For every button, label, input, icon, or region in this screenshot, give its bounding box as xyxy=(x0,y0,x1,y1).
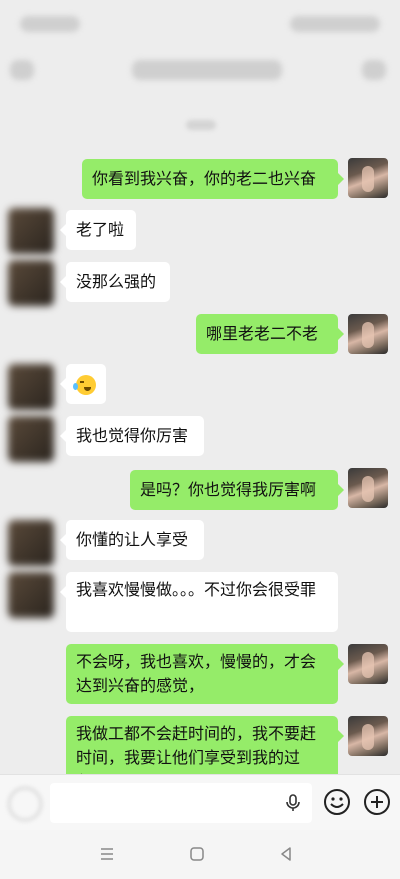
plus-circle-icon[interactable] xyxy=(362,787,392,817)
message-bubble-incoming[interactable]: 我喜欢慢慢做。。。不过你会很受罪 xyxy=(60,572,338,632)
message-bubble-incoming[interactable]: 你懂的让人享受 xyxy=(60,520,204,560)
more-options-icon[interactable] xyxy=(362,60,386,80)
status-bar xyxy=(0,0,400,48)
message-bubble-incoming[interactable]: 没那么强的 xyxy=(60,262,170,302)
message-bubble-outgoing[interactable]: 是吗？你也觉得我厉害啊 xyxy=(130,470,344,510)
avatar[interactable] xyxy=(8,572,54,618)
message-text: 我做工都不会赶时间的，我不要赶时间，我要让他们享受到我的过程， xyxy=(76,724,317,774)
mic-icon[interactable] xyxy=(284,794,302,812)
message-input-bar xyxy=(0,774,400,831)
message-text: 老了啦 xyxy=(76,220,125,239)
chat-header xyxy=(0,48,400,92)
emoji-icon[interactable] xyxy=(322,787,352,817)
avatar[interactable] xyxy=(8,416,54,462)
avatar[interactable] xyxy=(348,158,388,198)
chat-title-blurred xyxy=(132,60,282,80)
avatar[interactable] xyxy=(8,520,54,566)
message-bubble-incoming[interactable]: 老了啦 xyxy=(60,210,136,250)
chat-message-list[interactable]: 你看到我兴奋，你的老二也兴奋 老了啦 没那么强的 哪里老老二不老 我也觉得你厉害… xyxy=(0,92,400,774)
crying-laughing-emoji-icon xyxy=(73,374,96,395)
avatar[interactable] xyxy=(348,314,388,354)
message-bubble-outgoing[interactable]: 我做工都不会赶时间的，我不要赶时间，我要让他们享受到我的过程， xyxy=(66,716,344,774)
message-bubble-incoming[interactable] xyxy=(60,364,106,404)
status-indicators-blurred xyxy=(290,16,380,32)
message-text: 是吗？你也觉得我厉害啊 xyxy=(140,480,317,499)
menu-icon[interactable] xyxy=(99,846,115,862)
message-text: 我也觉得你厉害 xyxy=(76,426,189,445)
message-text: 哪里老老二不老 xyxy=(206,324,319,343)
voice-icon[interactable] xyxy=(8,787,42,821)
message-bubble-outgoing[interactable]: 不会呀，我也喜欢，慢慢的，才会达到兴奋的感觉， xyxy=(66,644,344,704)
message-text: 你看到我兴奋，你的老二也兴奋 xyxy=(92,169,317,188)
avatar[interactable] xyxy=(348,468,388,508)
avatar[interactable] xyxy=(348,716,388,756)
message-text: 不会呀，我也喜欢，慢慢的，才会达到兴奋的感觉， xyxy=(76,652,317,695)
message-bubble-incoming[interactable]: 我也觉得你厉害 xyxy=(60,416,204,456)
back-triangle-icon[interactable] xyxy=(278,846,294,862)
message-input[interactable] xyxy=(50,783,312,823)
home-icon[interactable] xyxy=(189,846,205,862)
back-icon[interactable] xyxy=(10,60,34,80)
avatar[interactable] xyxy=(8,208,54,254)
message-text: 你懂的让人享受 xyxy=(76,530,189,549)
avatar[interactable] xyxy=(8,260,54,306)
status-time-blurred xyxy=(20,16,80,32)
avatar[interactable] xyxy=(8,364,54,410)
system-navigation-bar xyxy=(0,830,400,879)
message-text: 没那么强的 xyxy=(76,272,157,291)
avatar[interactable] xyxy=(348,644,388,684)
message-text: 我喜欢慢慢做。。。不过你会很受罪 xyxy=(76,580,317,599)
message-bubble-outgoing[interactable]: 哪里老老二不老 xyxy=(196,314,344,354)
timestamp-blurred xyxy=(186,120,216,130)
message-bubble-outgoing[interactable]: 你看到我兴奋，你的老二也兴奋 xyxy=(82,159,344,199)
